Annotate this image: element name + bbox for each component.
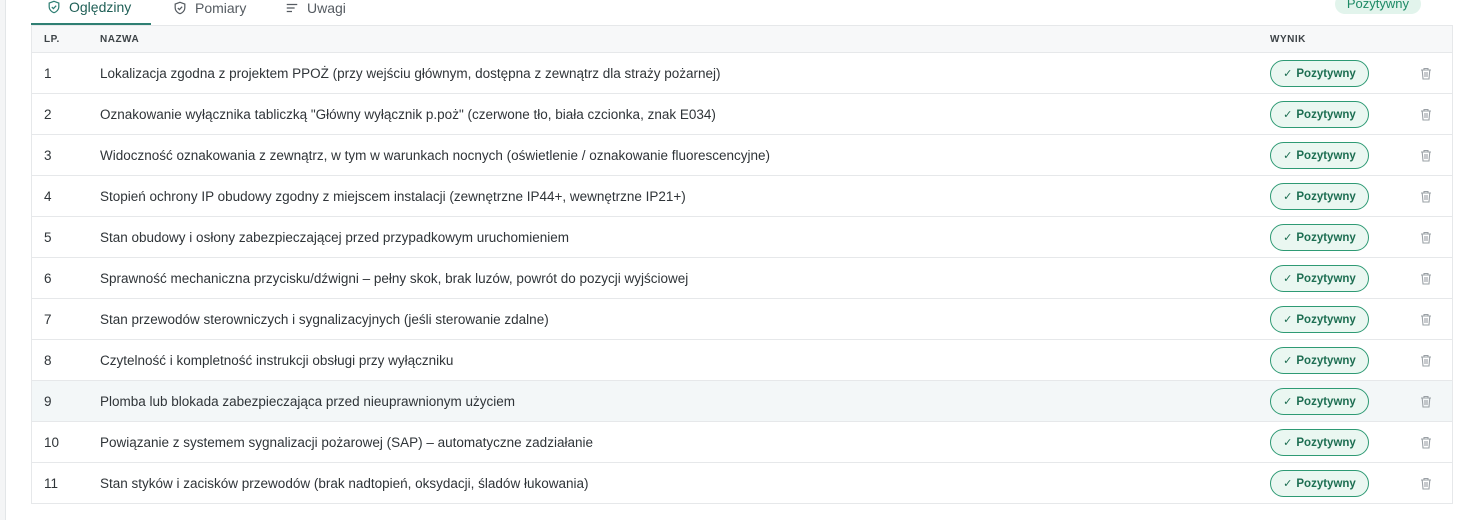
trash-icon[interactable] (1420, 149, 1432, 162)
tab-ogledziny[interactable]: Oględziny (31, 0, 151, 25)
table-row[interactable]: 5 Stan obudowy i osłony zabezpieczającej … (32, 217, 1452, 258)
row-name: Lokalizacja zgodna z projektem PPOŻ (prz… (100, 66, 721, 81)
row-name: Czytelność i kompletność instrukcji obsł… (100, 353, 454, 368)
result-pill[interactable]: ✓ Pozytywny (1270, 60, 1369, 87)
table-row[interactable]: 7 Stan przewodów sterowniczych i sygnaliz… (32, 299, 1452, 340)
shield-icon (174, 1, 186, 14)
row-name: Stan obudowy i osłony zabezpieczającej p… (100, 230, 569, 245)
result-pill[interactable]: ✓ Pozytywny (1270, 470, 1369, 497)
check-icon: ✓ (1283, 478, 1293, 490)
result-pill[interactable]: ✓ Pozytywny (1270, 347, 1369, 374)
result-pill[interactable]: ✓ Pozytywny (1270, 306, 1369, 333)
row-number: 5 (44, 230, 52, 245)
result-pill[interactable]: ✓ Pozytywny (1270, 429, 1369, 456)
row-number: 9 (44, 394, 52, 409)
check-icon: ✓ (1283, 314, 1293, 326)
check-icon: ✓ (1283, 396, 1293, 408)
row-name: Stan styków i zacisków przewodów (brak n… (100, 476, 589, 491)
row-number: 3 (44, 148, 52, 163)
column-header-lp: LP. (44, 34, 60, 45)
row-name: Powiązanie z systemem sygnalizacji pożar… (100, 435, 593, 450)
table-row[interactable]: 8 Czytelność i kompletność instrukcji obs… (32, 340, 1452, 381)
row-name: Plomba lub blokada zabezpieczająca przed… (100, 394, 515, 409)
row-number: 8 (44, 353, 52, 368)
result-pill[interactable]: ✓ Pozytywny (1270, 101, 1369, 128)
tab-pomiary[interactable]: Pomiary (173, 0, 246, 25)
trash-icon[interactable] (1420, 190, 1432, 203)
tab-label: Pomiary (195, 0, 247, 16)
table-row[interactable]: 3 Widoczność oznakowania z zewnątrz, w ty… (32, 135, 1452, 176)
inspection-table: LP. NAZWA WYNIK 1 Lokalizacja zgodna z pr… (31, 25, 1453, 504)
result-label: Pozytywny (1296, 436, 1356, 449)
row-number: 1 (44, 66, 52, 81)
tab-bar: Oględziny Pomiary Uwagi Pozytywny (31, 0, 1451, 26)
table-row[interactable]: 2 Oznakowanie wyłącznika tabliczką "Główn… (32, 94, 1452, 135)
shield-check-icon (48, 0, 60, 13)
result-pill[interactable]: ✓ Pozytywny (1270, 224, 1369, 251)
result-pill[interactable]: ✓ Pozytywny (1270, 388, 1369, 415)
column-header-result: WYNIK (1270, 34, 1306, 45)
row-name: Oznakowanie wyłącznika tabliczką "Główny… (100, 107, 716, 122)
result-label: Pozytywny (1296, 272, 1356, 285)
table-row[interactable]: 9 Plomba lub blokada zabezpieczająca prze… (32, 381, 1452, 422)
tab-uwagi[interactable]: Uwagi (285, 0, 346, 25)
result-label: Pozytywny (1296, 313, 1356, 326)
result-label: Pozytywny (1296, 190, 1356, 203)
tab-label: Oględziny (69, 0, 132, 15)
table-row[interactable]: 1 Lokalizacja zgodna z projektem PPOŻ (pr… (32, 53, 1452, 94)
table-header: LP. NAZWA WYNIK (32, 26, 1452, 53)
list-icon (286, 3, 298, 12)
check-icon: ✓ (1283, 109, 1293, 121)
result-pill[interactable]: ✓ Pozytywny (1270, 183, 1369, 210)
check-icon: ✓ (1283, 355, 1293, 367)
inspection-panel: Oględziny Pomiary Uwagi Pozytywny LP. NA… (5, 0, 1470, 520)
row-number: 4 (44, 189, 52, 204)
result-label: Pozytywny (1296, 477, 1356, 490)
result-label: Pozytywny (1296, 395, 1356, 408)
result-label: Pozytywny (1296, 108, 1356, 121)
row-number: 2 (44, 107, 52, 122)
row-number: 11 (44, 476, 59, 491)
check-icon: ✓ (1283, 437, 1293, 449)
row-name: Sprawność mechaniczna przycisku/dźwigni … (100, 271, 689, 286)
row-number: 6 (44, 271, 52, 286)
trash-icon[interactable] (1420, 477, 1432, 490)
row-number: 10 (44, 435, 60, 450)
result-label: Pozytywny (1296, 67, 1356, 80)
tab-label: Uwagi (307, 0, 346, 16)
check-icon: ✓ (1283, 150, 1293, 162)
table-body: 1 Lokalizacja zgodna z projektem PPOŻ (pr… (32, 53, 1452, 504)
trash-icon[interactable] (1420, 313, 1432, 326)
result-label: Pozytywny (1296, 231, 1356, 244)
row-number: 7 (44, 312, 52, 327)
result-pill[interactable]: ✓ Pozytywny (1270, 142, 1369, 169)
overall-result-badge: Pozytywny (1334, 0, 1421, 14)
result-label: Pozytywny (1296, 149, 1356, 162)
table-row[interactable]: 6 Sprawność mechaniczna przycisku/dźwigni… (32, 258, 1452, 299)
table-row[interactable]: 11 Stan styków i zacisków przewodów (brak… (32, 463, 1452, 504)
check-icon: ✓ (1283, 232, 1293, 244)
result-pill[interactable]: ✓ Pozytywny (1270, 265, 1369, 292)
check-icon: ✓ (1283, 68, 1293, 80)
column-header-name: NAZWA (100, 34, 140, 45)
table-row[interactable]: 4 Stopień ochrony IP obudowy zgodny z mie… (32, 176, 1452, 217)
row-name: Stopień ochrony IP obudowy zgodny z miej… (100, 189, 686, 204)
trash-icon[interactable] (1420, 395, 1432, 408)
check-icon: ✓ (1283, 191, 1293, 203)
trash-icon[interactable] (1420, 354, 1432, 367)
trash-icon[interactable] (1420, 108, 1432, 121)
row-name: Widoczność oznakowania z zewnątrz, w tym… (100, 148, 771, 163)
table-row[interactable]: 10 Powiązanie z systemem sygnalizacji poż… (32, 422, 1452, 463)
trash-icon[interactable] (1420, 436, 1432, 449)
check-icon: ✓ (1283, 273, 1293, 285)
trash-icon[interactable] (1420, 231, 1432, 244)
result-label: Pozytywny (1296, 354, 1356, 367)
trash-icon[interactable] (1420, 272, 1432, 285)
trash-icon[interactable] (1420, 67, 1432, 80)
row-name: Stan przewodów sterowniczych i sygnaliza… (100, 312, 549, 327)
